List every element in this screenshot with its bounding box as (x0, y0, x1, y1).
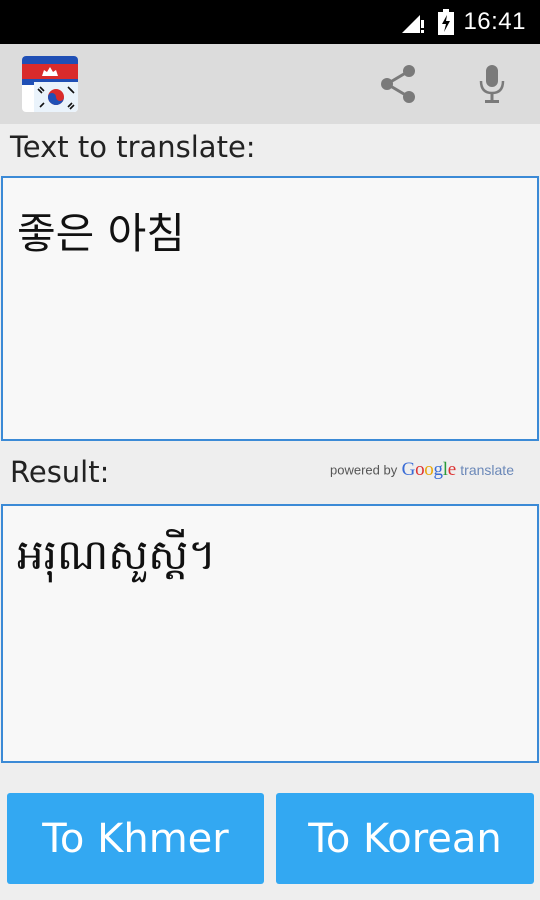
action-bar (0, 44, 540, 124)
google-translate-attribution: powered by Google translate (330, 459, 525, 485)
translate-text: translate (460, 462, 514, 478)
google-logo: Google (401, 459, 456, 480)
source-label: Text to translate: (10, 130, 256, 164)
to-korean-button[interactable]: To Korean (276, 793, 534, 884)
battery-charging-icon (438, 9, 454, 35)
signal-icon (402, 15, 424, 33)
powered-by-text: powered by (330, 462, 398, 478)
result-label: Result: (10, 455, 110, 489)
microphone-icon[interactable] (472, 62, 512, 106)
to-khmer-button[interactable]: To Khmer (7, 793, 264, 884)
status-bar: 16:41 (0, 0, 540, 44)
share-icon[interactable] (376, 62, 420, 106)
source-text-input[interactable]: 좋은 아침 (1, 176, 539, 441)
source-text: 좋은 아침 (17, 209, 185, 258)
result-text-box[interactable]: អរុណសួស្តី។ (1, 504, 539, 763)
status-time: 16:41 (463, 8, 526, 35)
result-text: អរុណសួស្តី។ (17, 530, 216, 579)
app-logo-icon[interactable] (22, 56, 78, 112)
